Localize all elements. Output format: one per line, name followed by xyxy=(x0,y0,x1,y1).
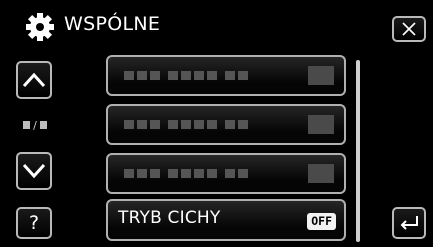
menu-item-value-placeholder xyxy=(308,66,334,85)
menu-item-label-placeholder xyxy=(124,120,251,129)
scroll-down-button[interactable] xyxy=(16,152,52,190)
page-indicator-separator: / xyxy=(33,118,37,132)
page-indicator-total xyxy=(39,121,47,129)
chevron-up-icon xyxy=(22,72,46,88)
chevron-down-icon xyxy=(22,163,46,179)
header: WSPÓLNE xyxy=(22,10,160,44)
menu-item-3[interactable] xyxy=(106,153,346,194)
menu-item-silent-mode[interactable]: TRYB CICHY OFF xyxy=(106,199,346,241)
menu-item-label-placeholder xyxy=(124,71,251,80)
help-label: ? xyxy=(28,212,40,234)
menu-item-2[interactable] xyxy=(106,104,346,145)
menu-item-value-placeholder xyxy=(308,164,334,183)
page-indicator: / xyxy=(20,119,50,131)
return-icon xyxy=(400,216,418,230)
back-button[interactable] xyxy=(392,207,426,239)
menu-item-label: TRYB CICHY xyxy=(118,208,221,228)
help-button[interactable]: ? xyxy=(16,207,52,239)
menu-item-value-placeholder xyxy=(308,115,334,134)
scrollbar[interactable] xyxy=(356,60,360,242)
page-indicator-current xyxy=(23,121,31,129)
close-button[interactable] xyxy=(392,16,426,42)
page-title: WSPÓLNE xyxy=(64,13,161,35)
close-icon xyxy=(402,22,416,36)
menu-item-1[interactable] xyxy=(106,55,346,96)
off-badge: OFF xyxy=(307,213,336,230)
scroll-up-button[interactable] xyxy=(16,61,52,99)
menu-item-label-placeholder xyxy=(124,169,251,178)
gear-icon xyxy=(22,9,58,45)
